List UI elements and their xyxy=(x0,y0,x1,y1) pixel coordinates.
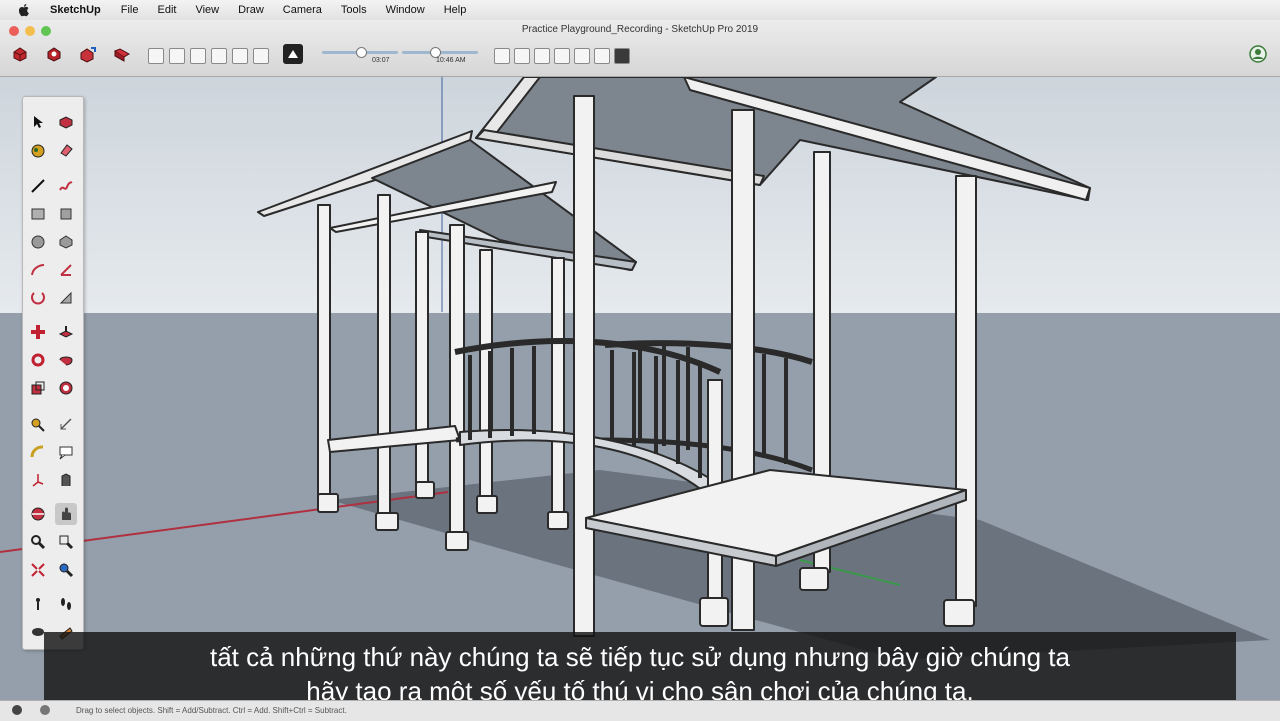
back-view-icon[interactable] xyxy=(574,48,590,64)
bottom-view-icon[interactable] xyxy=(614,48,630,64)
shadow-time-knob[interactable] xyxy=(356,47,367,58)
polygon-tool-icon[interactable] xyxy=(55,231,77,253)
credits-icon[interactable] xyxy=(40,705,50,715)
protractor-icon[interactable] xyxy=(27,441,49,463)
menu-app-name[interactable]: SketchUp xyxy=(50,4,101,16)
shaded-style-icon[interactable] xyxy=(232,48,248,64)
large-tool-set-palette xyxy=(22,96,84,650)
zoom-extents-icon[interactable] xyxy=(27,559,49,581)
pavilion-model xyxy=(0,77,1280,720)
paint-bucket-icon[interactable] xyxy=(27,139,49,161)
back-edges-style-icon[interactable] xyxy=(169,48,185,64)
shadow-date-value: 10:46 AM xyxy=(436,57,466,64)
apple-icon[interactable] xyxy=(16,2,32,18)
model-viewport[interactable] xyxy=(0,77,1280,720)
freehand-tool-icon[interactable] xyxy=(55,175,77,197)
position-camera-icon[interactable] xyxy=(27,593,49,615)
window-titlebar: Practice Playground_Recording - SketchUp… xyxy=(0,20,1280,77)
rotate-tool-icon[interactable] xyxy=(27,349,49,371)
dimension-tool-icon[interactable] xyxy=(55,413,77,435)
circle-tool-icon[interactable] xyxy=(27,231,49,253)
menu-draw[interactable]: Draw xyxy=(238,4,264,16)
text-tool-icon[interactable] xyxy=(55,441,77,463)
rotated-rectangle-icon[interactable] xyxy=(55,203,77,225)
share-component-icon[interactable] xyxy=(78,44,98,64)
move-tool-icon[interactable] xyxy=(27,321,49,343)
menu-window[interactable]: Window xyxy=(386,4,425,16)
shadow-time-value: 03:07 xyxy=(372,57,390,64)
xray-style-icon[interactable] xyxy=(148,48,164,64)
front-view-icon[interactable] xyxy=(534,48,550,64)
select-tool-icon[interactable] xyxy=(27,111,49,133)
three-point-arc-icon[interactable] xyxy=(27,287,49,309)
menu-tools[interactable]: Tools xyxy=(341,4,367,16)
left-view-icon[interactable] xyxy=(594,48,610,64)
menu-file[interactable]: File xyxy=(121,4,139,16)
top-view-icon[interactable] xyxy=(514,48,530,64)
window-title: Practice Playground_Recording - SketchUp… xyxy=(521,24,759,35)
axes-tool-icon[interactable] xyxy=(27,469,49,491)
shadows-toggle-icon[interactable] xyxy=(283,44,303,64)
scale-tool-icon[interactable] xyxy=(27,377,49,399)
menu-camera[interactable]: Camera xyxy=(283,4,322,16)
hidden-line-style-icon[interactable] xyxy=(211,48,227,64)
walk-tool-icon[interactable] xyxy=(55,593,77,615)
previous-view-icon[interactable] xyxy=(55,559,77,581)
menu-help[interactable]: Help xyxy=(444,4,467,16)
pan-tool-icon[interactable] xyxy=(55,503,77,525)
zoom-window-icon[interactable] xyxy=(55,531,77,553)
follow-me-icon[interactable] xyxy=(55,349,77,371)
two-point-arc-icon[interactable] xyxy=(55,287,77,309)
menu-edit[interactable]: Edit xyxy=(157,4,176,16)
menu-bar: SketchUp File Edit View Draw Camera Tool… xyxy=(0,0,1280,21)
arc-tool-icon[interactable] xyxy=(27,259,49,281)
wireframe-style-icon[interactable] xyxy=(190,48,206,64)
menu-view[interactable]: View xyxy=(195,4,219,16)
tape-measure-icon[interactable] xyxy=(27,413,49,435)
iso-view-icon[interactable] xyxy=(494,48,510,64)
account-icon[interactable] xyxy=(1248,44,1268,64)
subtitle-line-1: tất cả những thứ này chúng ta sẽ tiếp tụ… xyxy=(209,642,1070,672)
orbit-tool-icon[interactable] xyxy=(27,503,49,525)
zoom-tool-icon[interactable] xyxy=(27,531,49,553)
pie-tool-icon[interactable] xyxy=(55,259,77,281)
monochrome-style-icon[interactable] xyxy=(253,48,269,64)
share-model-icon[interactable] xyxy=(44,44,64,64)
status-hint: Drag to select objects. Shift = Add/Subt… xyxy=(76,706,347,715)
extension-warehouse-icon[interactable] xyxy=(112,44,132,64)
status-bar: Drag to select objects. Shift = Add/Subt… xyxy=(0,700,1280,721)
make-component-icon[interactable] xyxy=(55,111,77,133)
line-tool-icon[interactable] xyxy=(27,175,49,197)
rectangle-tool-icon[interactable] xyxy=(27,203,49,225)
push-pull-icon[interactable] xyxy=(55,321,77,343)
3d-text-icon[interactable] xyxy=(55,469,77,491)
eraser-icon[interactable] xyxy=(55,139,77,161)
right-view-icon[interactable] xyxy=(554,48,570,64)
warehouse-icon[interactable] xyxy=(10,44,30,64)
geo-location-icon[interactable] xyxy=(12,705,22,715)
offset-tool-icon[interactable] xyxy=(55,377,77,399)
